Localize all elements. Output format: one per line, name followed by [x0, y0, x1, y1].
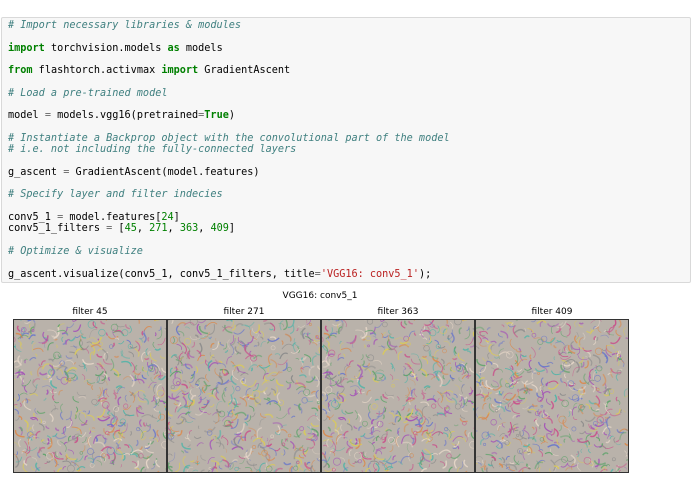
code-token: , — [198, 223, 211, 235]
code-line: g_ascent.visualize(conv5_1, conv5_1_filt… — [8, 269, 684, 280]
texture-svg — [14, 320, 166, 472]
code-token: 45 — [124, 223, 137, 235]
code-token: # Import necessary libraries & modules — [8, 20, 242, 31]
code-token: [ — [112, 223, 125, 235]
code-token: models — [179, 42, 223, 54]
code-token: conv5_1_filters — [8, 223, 107, 235]
code-token: # i.e. not including the fully-connected… — [8, 144, 297, 156]
code-token: 24 — [161, 212, 174, 224]
code-token: 271 — [149, 223, 168, 235]
texture-background — [322, 320, 474, 472]
code-token: # Instantiate a Backprop object with the… — [8, 132, 450, 144]
code-token: 'VGG16: conv5_1' — [320, 268, 419, 280]
filter-visualization-271 — [167, 319, 321, 473]
code-token: import — [161, 65, 199, 77]
code-token: g_ascent — [8, 166, 64, 178]
code-line: from flashtorch.activmax import Gradient… — [8, 65, 684, 76]
code-line: g_ascent = GradientAscent(model.features… — [8, 167, 684, 178]
code-token: ) — [228, 110, 235, 122]
code-token: 409 — [210, 223, 229, 235]
code-line: import torchvision.models as models — [8, 43, 684, 54]
code-token: GradientAscent — [198, 65, 291, 77]
code-token: 363 — [179, 223, 199, 235]
panel-title-filter-363: filter 363 — [377, 307, 419, 317]
code-token: flashtorch.activmax — [32, 65, 162, 77]
code-line: # i.e. not including the fully-connected… — [8, 144, 684, 155]
code-line: model = models.vgg16(pretrained=True) — [8, 110, 684, 121]
code-token: conv5_1 — [8, 212, 58, 224]
texture-background — [14, 320, 166, 472]
code-token: as — [167, 42, 180, 54]
notebook-page: # Import necessary libraries & modules i… — [0, 0, 695, 494]
filter-visualization-363 — [321, 319, 475, 473]
code-token: # Optimize & visualize — [8, 245, 143, 257]
code-token: ] — [228, 223, 236, 235]
code-line: conv5_1_filters = [45, 271, 363, 409] — [8, 223, 684, 234]
texture-stroke — [224, 387, 227, 392]
code-token: , — [136, 223, 150, 235]
code-token: True — [204, 110, 229, 122]
code-token: ] — [173, 212, 180, 224]
code-token: torchvision.models — [44, 42, 168, 54]
texture-svg — [322, 320, 474, 472]
code-token: model — [8, 110, 45, 122]
code-line: # Optimize & visualize — [8, 246, 684, 257]
code-line: # Import necessary libraries & modules — [8, 20, 684, 31]
code-token: models.vgg16(pretrained — [50, 110, 199, 122]
texture-svg — [476, 320, 628, 472]
code-token: # Load a pre-trained model — [8, 87, 168, 99]
filter-visualization-45 — [13, 319, 167, 473]
code-token: , — [167, 223, 180, 235]
code-token: g_ascent.visualize(conv5_1, conv5_1_filt… — [8, 268, 315, 280]
texture-svg — [168, 320, 320, 472]
panel-title-filter-271: filter 271 — [223, 307, 265, 317]
filter-visualization-409 — [475, 319, 629, 473]
code-token: model.features[ — [63, 212, 162, 224]
panel-title-filter-409: filter 409 — [531, 307, 573, 317]
code-line: # Specify layer and filter indecies — [8, 189, 684, 200]
code-token: import — [8, 42, 45, 54]
code-line: conv5_1 = model.features[24] — [8, 212, 684, 223]
figure-title: VGG16: conv5_1 — [282, 291, 358, 301]
panel-title-filter-45: filter 45 — [72, 307, 108, 317]
code-line: # Load a pre-trained model — [8, 88, 684, 99]
code-line: # Instantiate a Backprop object with the… — [8, 133, 684, 144]
code-cell[interactable]: # Import necessary libraries & modules i… — [1, 17, 691, 283]
code-token: GradientAscent(model.features) — [69, 166, 260, 178]
code-token: from — [8, 65, 33, 77]
code-token: ); — [418, 268, 432, 280]
code-token: # Specify layer and filter indecies — [8, 189, 223, 201]
